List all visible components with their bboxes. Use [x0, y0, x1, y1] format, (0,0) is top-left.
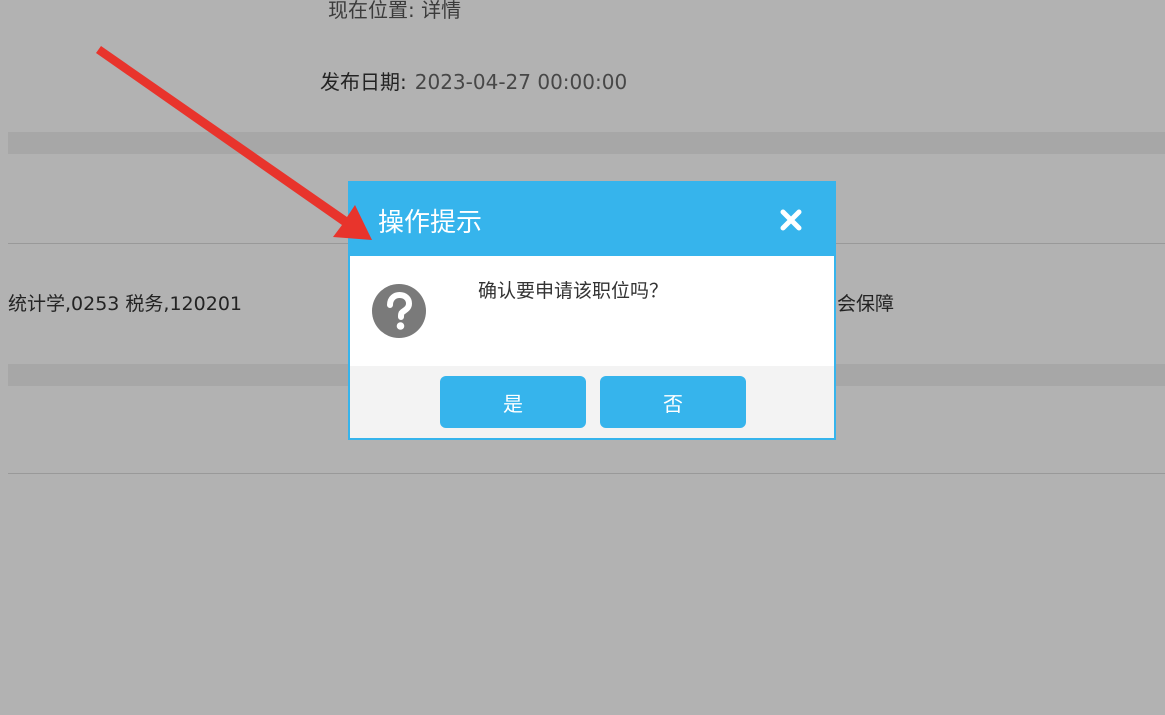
no-button[interactable]: 否 [600, 376, 746, 428]
dialog-message: 确认要申请该职位吗？ [478, 280, 669, 302]
yes-button[interactable]: 是 [440, 376, 586, 428]
screenshot-stage: 现在位置: 详情 发布日期: 2023-04-27 00:00:00 统计学,02… [0, 0, 1165, 715]
confirm-dialog: 操作提示 确认要申请该职位吗？ 是 否 [348, 181, 836, 440]
dialog-body: 确认要申请该职位吗？ [350, 256, 834, 366]
dialog-title: 操作提示 [378, 208, 483, 238]
dialog-header: 操作提示 [350, 183, 834, 256]
dialog-footer: 是 否 [350, 366, 834, 438]
question-icon [372, 284, 426, 338]
close-icon[interactable] [778, 207, 804, 233]
